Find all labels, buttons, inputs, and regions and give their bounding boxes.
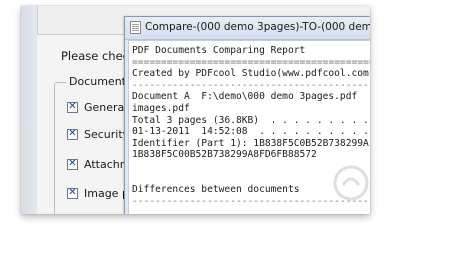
checkbox-security[interactable]: ✕: [67, 128, 78, 140]
option-image[interactable]: ✕ Image p: [67, 186, 129, 200]
report-text-area[interactable]: PDF Documents Comparing Report =========…: [128, 40, 370, 214]
document-icon: [130, 21, 141, 34]
report-text: PDF Documents Comparing Report =========…: [129, 41, 370, 207]
screenshot-frame: Please check Document I ✕ General ✕ Secu…: [21, 6, 370, 214]
option-attachments[interactable]: ✕ Attachm: [67, 157, 130, 171]
report-line: Total 3 pages (36.8KB) . . . . . . . . .: [132, 114, 369, 126]
option-security[interactable]: ✕ Security: [67, 127, 129, 141]
report-line: 1B838F5C00B52B738299A8FD6FB88572: [132, 149, 317, 161]
report-window[interactable]: Compare-(000 demo 3pages)-TO-(000 demo 3…: [124, 16, 370, 214]
checkbox-general[interactable]: ✕: [67, 101, 78, 113]
report-line: PDF Documents Comparing Report: [132, 45, 306, 56]
report-line: Identifier (Part 1): 1B838F5C0B52B738299…: [132, 137, 369, 149]
report-window-titlebar[interactable]: Compare-(000 demo 3pages)-TO-(000 demo 3…: [125, 17, 370, 40]
report-line: 01-13-2011 14:52:08 . . . . . . . . . .: [132, 126, 369, 138]
report-line: ========================================…: [132, 56, 370, 68]
dialog-side-strip: [21, 6, 38, 214]
checkbox-attachments[interactable]: ✕: [67, 158, 78, 170]
report-line: Created by PDFcool Studio(www.pdfcool.co…: [132, 68, 370, 80]
checkbox-image[interactable]: ✕: [67, 187, 78, 199]
report-window-title: Compare-(000 demo 3pages)-TO-(000 demo 3…: [145, 21, 370, 33]
option-general-label: General: [84, 100, 128, 114]
option-general[interactable]: ✕ General: [67, 100, 127, 114]
report-line: Differences between documents: [132, 184, 300, 196]
option-image-label: Image p: [84, 186, 129, 200]
report-line: ----------------------------------------…: [132, 79, 370, 91]
report-line: images.pdf: [132, 102, 190, 114]
report-line: ----------------------------------------…: [132, 195, 370, 207]
option-security-label: Security: [84, 127, 130, 141]
report-line: Document A F:\demo\000 demo 3pages.pdf .: [132, 91, 370, 103]
